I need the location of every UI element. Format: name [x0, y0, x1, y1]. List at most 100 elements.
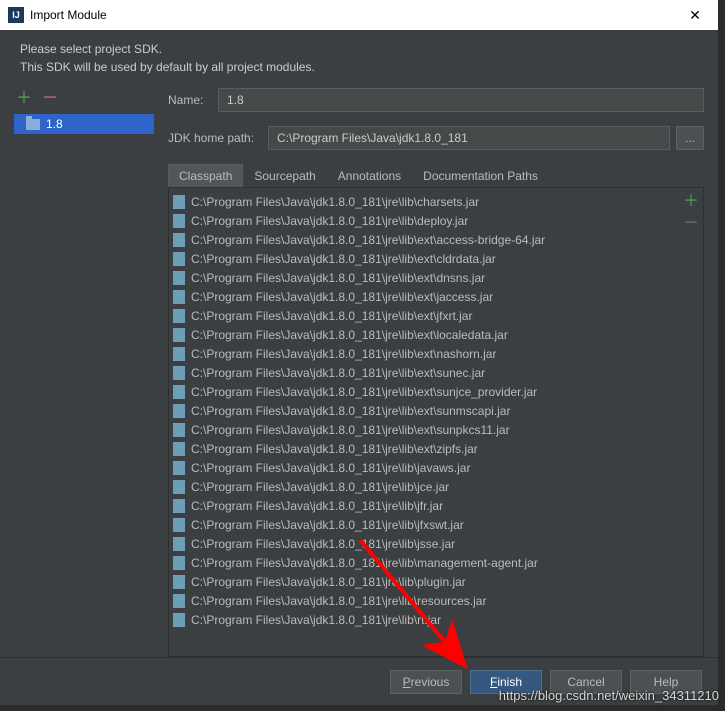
- app-icon: IJ: [8, 7, 24, 23]
- classpath-path: C:\Program Files\Java\jdk1.8.0_181\jre\l…: [191, 328, 508, 342]
- classpath-path: C:\Program Files\Java\jdk1.8.0_181\jre\l…: [191, 214, 468, 228]
- classpath-row[interactable]: C:\Program Files\Java\jdk1.8.0_181\jre\l…: [169, 268, 679, 287]
- classpath-row[interactable]: C:\Program Files\Java\jdk1.8.0_181\jre\l…: [169, 249, 679, 268]
- classpath-row[interactable]: C:\Program Files\Java\jdk1.8.0_181\jre\l…: [169, 211, 679, 230]
- jar-icon: [173, 214, 185, 228]
- jar-icon: [173, 575, 185, 589]
- classpath-row[interactable]: C:\Program Files\Java\jdk1.8.0_181\jre\l…: [169, 420, 679, 439]
- classpath-row[interactable]: C:\Program Files\Java\jdk1.8.0_181\jre\l…: [169, 230, 679, 249]
- classpath-row[interactable]: C:\Program Files\Java\jdk1.8.0_181\jre\l…: [169, 401, 679, 420]
- add-classpath-icon[interactable]: ＋: [683, 194, 699, 210]
- classpath-path: C:\Program Files\Java\jdk1.8.0_181\jre\l…: [191, 366, 485, 380]
- remove-classpath-icon[interactable]: －: [683, 216, 699, 232]
- jar-icon: [173, 556, 185, 570]
- classpath-path: C:\Program Files\Java\jdk1.8.0_181\jre\l…: [191, 233, 545, 247]
- classpath-row[interactable]: C:\Program Files\Java\jdk1.8.0_181\jre\l…: [169, 287, 679, 306]
- browse-button[interactable]: ...: [676, 126, 704, 150]
- classpath-row[interactable]: C:\Program Files\Java\jdk1.8.0_181\jre\l…: [169, 591, 679, 610]
- classpath-row[interactable]: C:\Program Files\Java\jdk1.8.0_181\jre\l…: [169, 382, 679, 401]
- jdk-home-input[interactable]: [268, 126, 670, 150]
- jar-icon: [173, 518, 185, 532]
- window-title: Import Module: [30, 8, 680, 22]
- classpath-path: C:\Program Files\Java\jdk1.8.0_181\jre\l…: [191, 556, 538, 570]
- previous-button[interactable]: Previous: [390, 670, 462, 694]
- classpath-row[interactable]: C:\Program Files\Java\jdk1.8.0_181\jre\l…: [169, 192, 679, 211]
- classpath-path: C:\Program Files\Java\jdk1.8.0_181\jre\l…: [191, 347, 496, 361]
- tab-documentation-paths[interactable]: Documentation Paths: [412, 164, 549, 187]
- classpath-path: C:\Program Files\Java\jdk1.8.0_181\jre\l…: [191, 271, 485, 285]
- name-row: Name:: [168, 88, 704, 112]
- close-icon[interactable]: ✕: [680, 7, 710, 24]
- jar-icon: [173, 347, 185, 361]
- classpath-row[interactable]: C:\Program Files\Java\jdk1.8.0_181\jre\l…: [169, 553, 679, 572]
- instructions: Please select project SDK. This SDK will…: [0, 30, 718, 88]
- classpath-row[interactable]: C:\Program Files\Java\jdk1.8.0_181\jre\l…: [169, 439, 679, 458]
- classpath-toolbar: ＋ －: [679, 188, 703, 656]
- tabs: Classpath Sourcepath Annotations Documen…: [168, 164, 704, 188]
- tab-annotations[interactable]: Annotations: [327, 164, 412, 187]
- sdk-tree[interactable]: 1.8: [14, 114, 154, 134]
- jar-icon: [173, 537, 185, 551]
- jar-icon: [173, 271, 185, 285]
- jar-icon: [173, 195, 185, 209]
- classpath-row[interactable]: C:\Program Files\Java\jdk1.8.0_181\jre\l…: [169, 515, 679, 534]
- sdk-item-label: 1.8: [46, 117, 63, 131]
- jar-icon: [173, 366, 185, 380]
- sdk-toolbar: ＋ －: [14, 88, 154, 110]
- jar-icon: [173, 309, 185, 323]
- jar-icon: [173, 233, 185, 247]
- classpath-path: C:\Program Files\Java\jdk1.8.0_181\jre\l…: [191, 575, 466, 589]
- jdk-home-label: JDK home path:: [168, 131, 268, 145]
- sdk-list-panel: ＋ － 1.8: [14, 88, 154, 657]
- classpath-path: C:\Program Files\Java\jdk1.8.0_181\jre\l…: [191, 613, 441, 627]
- folder-icon: [26, 119, 40, 130]
- sdk-item-1-8[interactable]: 1.8: [14, 114, 154, 134]
- jar-icon: [173, 423, 185, 437]
- body-area: ＋ － 1.8 Name: JDK home path: ... Cl: [0, 88, 718, 657]
- classpath-row[interactable]: C:\Program Files\Java\jdk1.8.0_181\jre\l…: [169, 306, 679, 325]
- classpath-path: C:\Program Files\Java\jdk1.8.0_181\jre\l…: [191, 309, 472, 323]
- jar-icon: [173, 442, 185, 456]
- classpath-row[interactable]: C:\Program Files\Java\jdk1.8.0_181\jre\l…: [169, 363, 679, 382]
- jar-icon: [173, 385, 185, 399]
- jar-icon: [173, 328, 185, 342]
- classpath-path: C:\Program Files\Java\jdk1.8.0_181\jre\l…: [191, 252, 496, 266]
- jar-icon: [173, 252, 185, 266]
- classpath-row[interactable]: C:\Program Files\Java\jdk1.8.0_181\jre\l…: [169, 458, 679, 477]
- classpath-row[interactable]: C:\Program Files\Java\jdk1.8.0_181\jre\l…: [169, 496, 679, 515]
- classpath-row[interactable]: C:\Program Files\Java\jdk1.8.0_181\jre\l…: [169, 534, 679, 553]
- add-sdk-icon[interactable]: ＋: [16, 91, 32, 107]
- jar-icon: [173, 404, 185, 418]
- titlebar[interactable]: IJ Import Module ✕: [0, 0, 718, 30]
- classpath-row[interactable]: C:\Program Files\Java\jdk1.8.0_181\jre\l…: [169, 477, 679, 496]
- jar-icon: [173, 461, 185, 475]
- classpath-path: C:\Program Files\Java\jdk1.8.0_181\jre\l…: [191, 195, 479, 209]
- classpath-path: C:\Program Files\Java\jdk1.8.0_181\jre\l…: [191, 480, 449, 494]
- sdk-details-panel: Name: JDK home path: ... Classpath Sourc…: [168, 88, 704, 657]
- classpath-path: C:\Program Files\Java\jdk1.8.0_181\jre\l…: [191, 461, 470, 475]
- import-module-dialog: IJ Import Module ✕ Please select project…: [0, 0, 718, 705]
- classpath-row[interactable]: C:\Program Files\Java\jdk1.8.0_181\jre\l…: [169, 572, 679, 591]
- jar-icon: [173, 290, 185, 304]
- classpath-path: C:\Program Files\Java\jdk1.8.0_181\jre\l…: [191, 442, 478, 456]
- tab-classpath[interactable]: Classpath: [168, 164, 243, 187]
- name-input[interactable]: [218, 88, 704, 112]
- name-label: Name:: [168, 93, 218, 107]
- instruction-line-1: Please select project SDK.: [20, 40, 698, 58]
- classpath-row[interactable]: C:\Program Files\Java\jdk1.8.0_181\jre\l…: [169, 610, 679, 629]
- tab-sourcepath[interactable]: Sourcepath: [243, 164, 326, 187]
- instruction-line-2: This SDK will be used by default by all …: [20, 58, 698, 76]
- classpath-path: C:\Program Files\Java\jdk1.8.0_181\jre\l…: [191, 404, 510, 418]
- classpath-path: C:\Program Files\Java\jdk1.8.0_181\jre\l…: [191, 290, 493, 304]
- classpath-row[interactable]: C:\Program Files\Java\jdk1.8.0_181\jre\l…: [169, 325, 679, 344]
- classpath-list[interactable]: C:\Program Files\Java\jdk1.8.0_181\jre\l…: [169, 188, 679, 656]
- classpath-row[interactable]: C:\Program Files\Java\jdk1.8.0_181\jre\l…: [169, 344, 679, 363]
- jar-icon: [173, 613, 185, 627]
- classpath-path: C:\Program Files\Java\jdk1.8.0_181\jre\l…: [191, 594, 486, 608]
- jar-icon: [173, 594, 185, 608]
- watermark: https://blog.csdn.net/weixin_34311210: [499, 688, 719, 703]
- classpath-path: C:\Program Files\Java\jdk1.8.0_181\jre\l…: [191, 537, 455, 551]
- remove-sdk-icon[interactable]: －: [42, 91, 58, 107]
- jar-icon: [173, 480, 185, 494]
- classpath-path: C:\Program Files\Java\jdk1.8.0_181\jre\l…: [191, 518, 464, 532]
